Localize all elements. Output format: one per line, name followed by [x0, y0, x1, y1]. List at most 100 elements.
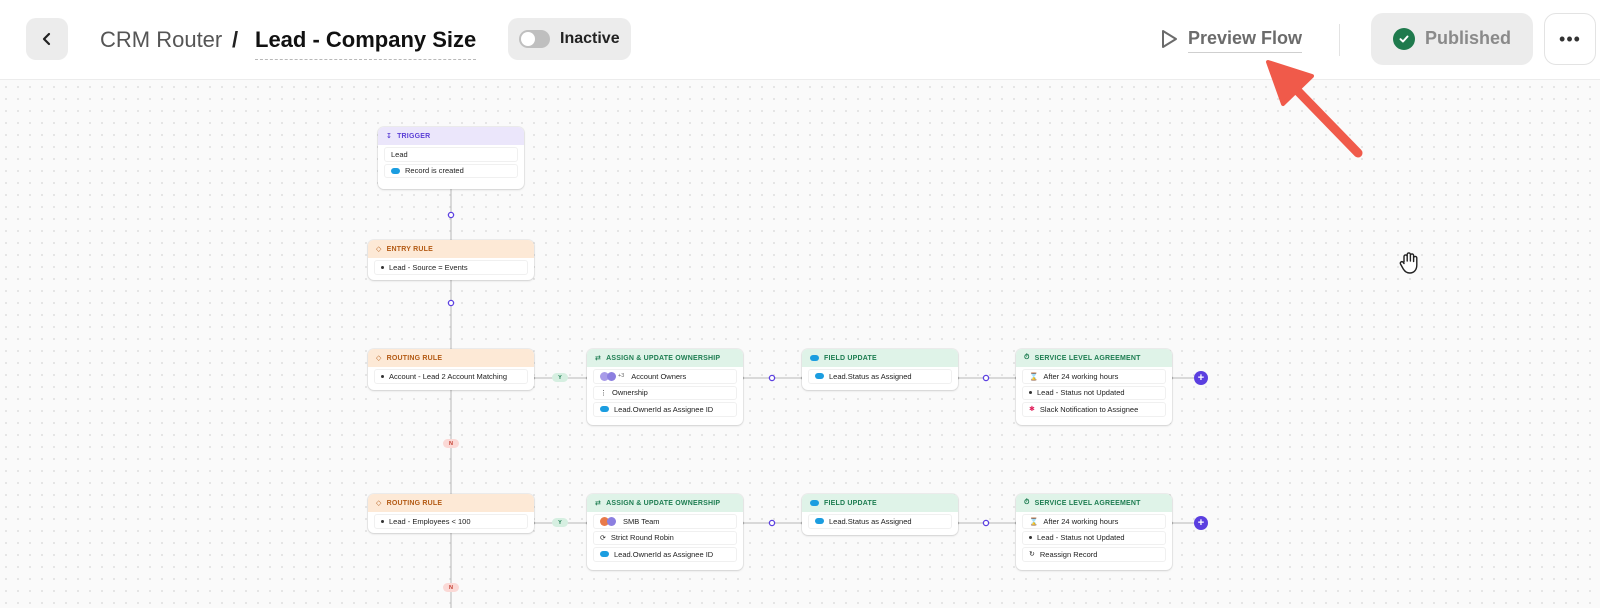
reassign-icon: ↻	[1029, 551, 1035, 559]
sla-condition: Lead - Status not Updated	[1022, 385, 1166, 400]
status-label: Inactive	[560, 30, 620, 47]
sla-node[interactable]: ⏱ SERVICE LEVEL AGREEMENT ⌛ After 24 wor…	[1016, 494, 1172, 570]
node-title: ASSIGN & UPDATE OWNERSHIP	[606, 354, 721, 362]
assign-header: ⇄ ASSIGN & UPDATE OWNERSHIP	[587, 349, 743, 367]
assignment-method: ⟳ Strict Round Robin	[593, 530, 737, 545]
ownership-icon: ⋮	[600, 389, 607, 397]
routing-rule-node[interactable]: ◇ ROUTING RULE Account - Lead 2 Account …	[368, 349, 534, 390]
sla-header: ⏱ SERVICE LEVEL AGREEMENT	[1016, 494, 1172, 512]
salesforce-icon	[815, 373, 824, 380]
node-title: FIELD UPDATE	[824, 354, 877, 362]
node-title: ROUTING RULE	[386, 354, 443, 362]
avatar-group: +3	[600, 371, 625, 381]
bullet-icon	[381, 519, 384, 523]
salesforce-icon	[600, 406, 609, 413]
slack-icon: ✱	[1029, 406, 1035, 414]
bullet-icon	[1029, 391, 1032, 395]
published-button[interactable]: Published	[1371, 13, 1533, 65]
yes-branch-label: Y	[552, 373, 568, 382]
breadcrumb-root[interactable]: CRM Router	[100, 27, 222, 53]
trigger-node[interactable]: ↧ TRIGGER Lead Record is created	[378, 127, 524, 189]
no-branch-label: N	[443, 583, 459, 592]
toggle-switch[interactable]	[519, 30, 550, 48]
play-icon[interactable]	[1158, 28, 1180, 50]
assignee-group: SMB Team	[593, 514, 737, 529]
node-title: TRIGGER	[397, 132, 431, 140]
assignee-group: +3 Account Owners	[593, 369, 737, 384]
routing-rule-header: ◇ ROUTING RULE	[368, 494, 534, 512]
ownership-field: Lead.OwnerId as Assignee ID	[593, 402, 737, 417]
sla-timeout: ⌛ After 24 working hours	[1022, 369, 1166, 384]
salesforce-icon	[810, 355, 819, 361]
field-update-header: FIELD UPDATE	[802, 349, 958, 367]
entry-rule-condition: Lead - Source = Events	[374, 260, 528, 275]
more-options-button[interactable]: •••	[1544, 13, 1596, 65]
salesforce-icon	[600, 551, 609, 558]
back-icon	[42, 32, 51, 46]
top-bar: CRM Router / Lead - Company Size Inactiv…	[0, 0, 1600, 80]
field-update-node[interactable]: FIELD UPDATE Lead.Status as Assigned	[802, 349, 958, 390]
add-step-button[interactable]: +	[1194, 516, 1208, 530]
bullet-icon	[381, 265, 384, 269]
field-update-node[interactable]: FIELD UPDATE Lead.Status as Assigned	[802, 494, 958, 535]
yes-branch-label: Y	[552, 518, 568, 527]
diamond-icon: ◇	[376, 355, 382, 362]
more-icon: •••	[1559, 28, 1581, 49]
assign-ownership-node[interactable]: ⇄ ASSIGN & UPDATE OWNERSHIP SMB Team ⟳ S…	[587, 494, 743, 570]
field-update-header: FIELD UPDATE	[802, 494, 958, 512]
salesforce-icon	[391, 167, 400, 174]
assignment-method: ⋮ Ownership	[593, 385, 737, 400]
entry-rule-node[interactable]: ◇ ENTRY RULE Lead - Source = Events	[368, 240, 534, 280]
active-toggle[interactable]: Inactive	[508, 18, 631, 60]
routing-rule-node[interactable]: ◇ ROUTING RULE Lead - Employees < 100	[368, 494, 534, 533]
node-title: FIELD UPDATE	[824, 499, 877, 507]
assign-icon: ⇄	[595, 500, 602, 507]
flow-edges	[447, 189, 1194, 608]
routing-rule-condition: Account - Lead 2 Account Matching	[374, 369, 528, 384]
divider	[1339, 24, 1340, 56]
check-icon	[1393, 28, 1415, 50]
sla-action: ✱ Slack Notification to Assignee	[1022, 402, 1166, 417]
avatar	[607, 371, 616, 381]
assign-ownership-node[interactable]: ⇄ ASSIGN & UPDATE OWNERSHIP +3 Account O…	[587, 349, 743, 425]
node-title: SERVICE LEVEL AGREEMENT	[1034, 354, 1141, 362]
preview-flow-button[interactable]: Preview Flow	[1188, 28, 1303, 53]
bullet-icon	[381, 374, 384, 378]
sla-action: ↻ Reassign Record	[1022, 547, 1166, 562]
diamond-icon: ◇	[376, 500, 382, 507]
round-robin-icon: ⟳	[600, 534, 606, 542]
flow-canvas[interactable]: ↧ TRIGGER Lead Record is created ◇ ENTRY…	[0, 81, 1600, 608]
sla-node[interactable]: ⏱ SERVICE LEVEL AGREEMENT ⌛ After 24 wor…	[1016, 349, 1172, 425]
node-title: ENTRY RULE	[386, 245, 433, 253]
avatar-extra-count: +3	[618, 373, 625, 380]
node-title: ROUTING RULE	[386, 499, 443, 507]
routing-rule-header: ◇ ROUTING RULE	[368, 349, 534, 367]
assign-icon: ⇄	[595, 355, 602, 362]
field-update-value: Lead.Status as Assigned	[808, 514, 952, 529]
routing-rule-condition: Lead - Employees < 100	[374, 514, 528, 529]
trigger-object: Lead	[384, 147, 518, 162]
no-branch-label: N	[443, 439, 459, 448]
hourglass-icon: ⌛	[1029, 371, 1039, 381]
salesforce-icon	[810, 500, 819, 506]
back-button[interactable]	[26, 18, 68, 60]
sla-timeout: ⌛ After 24 working hours	[1022, 514, 1166, 529]
ownership-field: Lead.OwnerId as Assignee ID	[593, 547, 737, 562]
breadcrumb-separator: /	[232, 27, 239, 52]
hourglass-icon: ⌛	[1029, 516, 1039, 526]
field-update-value: Lead.Status as Assigned	[808, 369, 952, 384]
timer-icon: ⏱	[1024, 354, 1030, 361]
flow-title[interactable]: Lead - Company Size	[255, 27, 477, 60]
bullet-icon	[1029, 536, 1032, 540]
sla-header: ⏱ SERVICE LEVEL AGREEMENT	[1016, 349, 1172, 367]
diamond-icon: ◇	[376, 246, 382, 253]
avatar-group	[600, 516, 616, 526]
node-title: SERVICE LEVEL AGREEMENT	[1034, 499, 1141, 507]
trigger-icon: ↧	[386, 133, 393, 140]
trigger-event: Record is created	[384, 163, 518, 178]
toggle-knob	[521, 32, 535, 46]
assign-header: ⇄ ASSIGN & UPDATE OWNERSHIP	[587, 494, 743, 512]
add-step-button[interactable]: +	[1194, 371, 1208, 385]
trigger-header: ↧ TRIGGER	[378, 127, 524, 145]
node-title: ASSIGN & UPDATE OWNERSHIP	[606, 499, 721, 507]
